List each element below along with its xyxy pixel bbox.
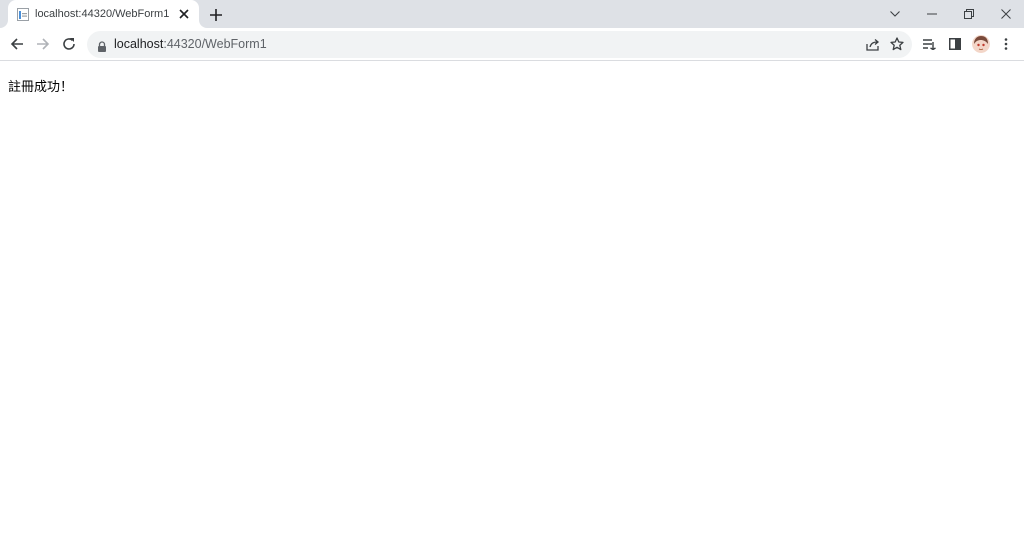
browser-toolbar: localhost:44320/WebForm1	[0, 28, 1024, 61]
profile-avatar[interactable]	[972, 35, 990, 53]
arrow-right-icon[interactable]	[31, 32, 55, 56]
kebab-menu-icon[interactable]	[994, 32, 1018, 56]
side-panel-icon[interactable]	[943, 32, 967, 56]
address-bar[interactable]: localhost:44320/WebForm1	[87, 31, 912, 58]
tab-strip: localhost:44320/WebForm1	[0, 0, 1024, 28]
lock-icon[interactable]	[97, 39, 107, 52]
page-content: 註冊成功！	[0, 62, 1024, 544]
tab-search-icon[interactable]	[877, 0, 913, 28]
minimize-icon[interactable]	[914, 0, 950, 28]
reload-icon[interactable]	[57, 32, 81, 56]
url-text[interactable]: localhost:44320/WebForm1	[114, 37, 267, 51]
arrow-left-icon[interactable]	[5, 32, 29, 56]
star-icon[interactable]	[885, 32, 909, 56]
tab-title: localhost:44320/WebForm1	[35, 8, 170, 20]
reading-list-icon[interactable]	[917, 32, 941, 56]
share-icon[interactable]	[861, 32, 885, 56]
close-window-icon[interactable]	[988, 0, 1024, 28]
registration-success-message: 註冊成功！	[8, 80, 74, 95]
browser-tab[interactable]: localhost:44320/WebForm1	[8, 0, 199, 28]
url-host: localhost	[114, 37, 164, 51]
new-tab-icon[interactable]	[206, 5, 226, 25]
restore-icon[interactable]	[951, 0, 987, 28]
url-path: :44320/WebForm1	[163, 37, 267, 51]
tab-close-icon[interactable]	[176, 6, 192, 22]
page-favicon-icon	[17, 7, 29, 21]
